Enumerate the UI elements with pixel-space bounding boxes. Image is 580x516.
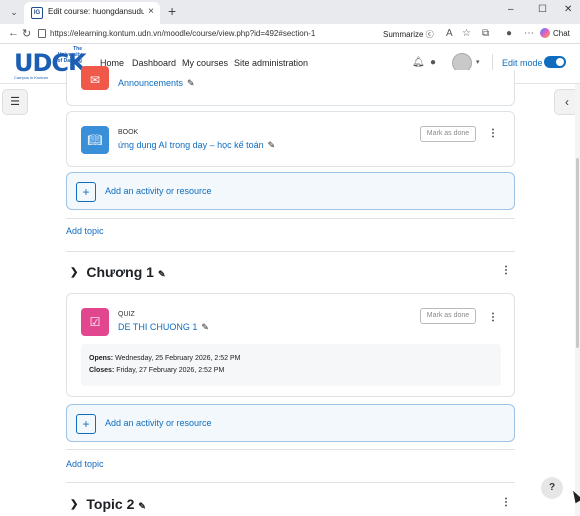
opens-label: Opens: — [89, 355, 114, 362]
site-favicon-icon: IG — [31, 7, 43, 19]
announcements-link[interactable]: Announcements ✎ — [118, 78, 195, 89]
announcement-forum-icon: ✉ — [81, 66, 109, 90]
edit-pencil-icon[interactable]: ✎ — [158, 269, 166, 279]
mark-as-done-button[interactable]: Mark as done — [420, 126, 476, 142]
closes-label: Closes: — [89, 367, 115, 374]
announcements-activity-card: ✉ Announcements ✎ — [66, 66, 515, 106]
tab-close-icon[interactable]: × — [148, 6, 154, 17]
address-bar-row: ← ↻ https://elearning.kontum.udn.vn/mood… — [0, 24, 580, 44]
logo-campus-text: Campus in Kontum — [14, 75, 49, 80]
closes-value: Friday, 27 February 2026, 2:52 PM — [114, 367, 225, 374]
toggle-knob — [556, 58, 564, 66]
favorite-star-icon[interactable]: ☆ — [462, 28, 471, 39]
quiz-icon: ☑ — [81, 308, 109, 336]
section-name[interactable]: Topic 2 — [86, 496, 134, 512]
read-aloud-icon[interactable]: A — [446, 28, 453, 39]
mark-as-done-button[interactable]: Mark as done — [420, 308, 476, 324]
minimize-button[interactable]: – — [508, 4, 514, 15]
edit-pencil-icon[interactable]: ✎ — [187, 78, 195, 88]
section-collapse-chevron-icon[interactable]: ❯ — [70, 267, 78, 278]
course-index-toggle-icon[interactable]: ☰ — [2, 89, 28, 115]
browser-menu-icon[interactable]: ⋯ — [524, 28, 534, 39]
edit-mode-toggle[interactable] — [544, 56, 566, 68]
tab-actions-chevron-icon[interactable]: ⌄ — [6, 4, 22, 20]
copilot-icon — [540, 28, 550, 38]
add-activity-button[interactable]: + Add an activity or resource — [66, 172, 515, 210]
user-menu-chevron-icon[interactable]: ▾ — [476, 58, 480, 66]
quiz-dates-panel: Opens: Wednesday, 25 February 2026, 2:52… — [81, 344, 501, 386]
edit-pencil-icon[interactable]: ✎ — [268, 140, 276, 150]
edit-pencil-icon[interactable]: ✎ — [201, 322, 209, 332]
nav-my-courses[interactable]: My courses — [182, 58, 228, 68]
book-activity-card: 📖︎ BOOK ứng dụng AI trong dạy – học kế t… — [66, 111, 515, 167]
activity-menu-kebab-icon[interactable]: ⋮ — [488, 312, 498, 323]
activity-type-label: QUIZ — [118, 311, 135, 318]
opens-value: Wednesday, 25 February 2026, 2:52 PM — [113, 355, 241, 362]
chat-label: Chat — [553, 29, 570, 38]
edit-pencil-icon[interactable]: ✎ — [138, 501, 146, 511]
nav-site-administration[interactable]: Site administration — [234, 58, 308, 68]
close-window-button[interactable]: ✕ — [564, 4, 572, 15]
section-name[interactable]: Chương 1 — [86, 264, 154, 280]
book-activity-name: ứng dụng AI trong dạy – học kế toán — [118, 140, 264, 150]
tab-title: Edit course: huongdansudung | Elc — [48, 7, 144, 16]
section-collapse-chevron-icon[interactable]: ❯ — [70, 499, 78, 510]
refresh-icon[interactable]: ↻ — [22, 27, 31, 40]
new-tab-button[interactable]: + — [168, 3, 176, 19]
browser-tab-bar: ⌄ IG Edit course: huongdansudung | Elc ×… — [0, 0, 580, 24]
summarize-label: Summarize — [383, 30, 424, 39]
activity-type-label: BOOK — [118, 129, 139, 136]
add-topic-link[interactable]: Add topic — [66, 226, 104, 236]
messages-icon[interactable]: ● — [430, 57, 436, 68]
add-activity-label: Add an activity or resource — [105, 186, 212, 196]
section-divider — [66, 218, 515, 219]
announcements-name: Announcements — [118, 78, 184, 88]
add-topic-link[interactable]: Add topic — [66, 459, 104, 469]
profile-icon[interactable]: ● — [506, 28, 512, 39]
section-title-topic-2: ❯ Topic 2 ✎ — [70, 496, 146, 512]
quiz-activity-name: DE THI CHUONG 1 — [118, 322, 198, 332]
summarize-button[interactable]: Summarize ⓒ — [383, 29, 434, 40]
maximize-button[interactable]: ☐ — [538, 4, 547, 15]
browser-tab[interactable]: IG Edit course: huongdansudung | Elc × — [24, 2, 160, 24]
add-activity-button[interactable]: + Add an activity or resource — [66, 404, 515, 442]
activity-menu-kebab-icon[interactable]: ⋮ — [488, 128, 498, 139]
url-field[interactable]: https://elearning.kontum.udn.vn/moodle/c… — [50, 27, 380, 41]
section-menu-kebab-icon[interactable]: ⋮ — [501, 497, 511, 508]
quiz-opens-line: Opens: Wednesday, 25 February 2026, 2:52… — [89, 353, 501, 365]
scrollbar-thumb[interactable] — [576, 158, 579, 348]
plus-icon: + — [76, 182, 96, 202]
quiz-activity-link[interactable]: DE THI CHUONG 1 ✎ — [118, 322, 209, 333]
notifications-bell-icon[interactable]: 🔔︎ — [412, 57, 425, 68]
section-divider — [66, 449, 515, 450]
help-button[interactable]: ? — [541, 477, 563, 499]
site-info-icon[interactable] — [38, 29, 46, 38]
back-arrow-icon[interactable]: ← — [8, 27, 19, 39]
collections-icon[interactable]: ⧉ — [482, 28, 489, 39]
section-divider — [66, 482, 515, 483]
book-activity-link[interactable]: ứng dụng AI trong dạy – học kế toán ✎ — [118, 140, 275, 151]
plus-icon: + — [76, 414, 96, 434]
section-menu-kebab-icon[interactable]: ⋮ — [501, 265, 511, 276]
book-icon: 📖︎ — [81, 126, 109, 154]
edit-mode-label: Edit mode — [502, 58, 543, 68]
section-divider — [66, 251, 515, 252]
nav-dashboard[interactable]: Dashboard — [132, 58, 176, 68]
section-title-chuong-1: ❯ Chương 1 ✎ — [70, 264, 165, 280]
quiz-closes-line: Closes: Friday, 27 February 2026, 2:52 P… — [89, 365, 501, 377]
add-activity-label: Add an activity or resource — [105, 418, 212, 428]
copilot-chat-button[interactable]: Chat — [540, 27, 578, 41]
